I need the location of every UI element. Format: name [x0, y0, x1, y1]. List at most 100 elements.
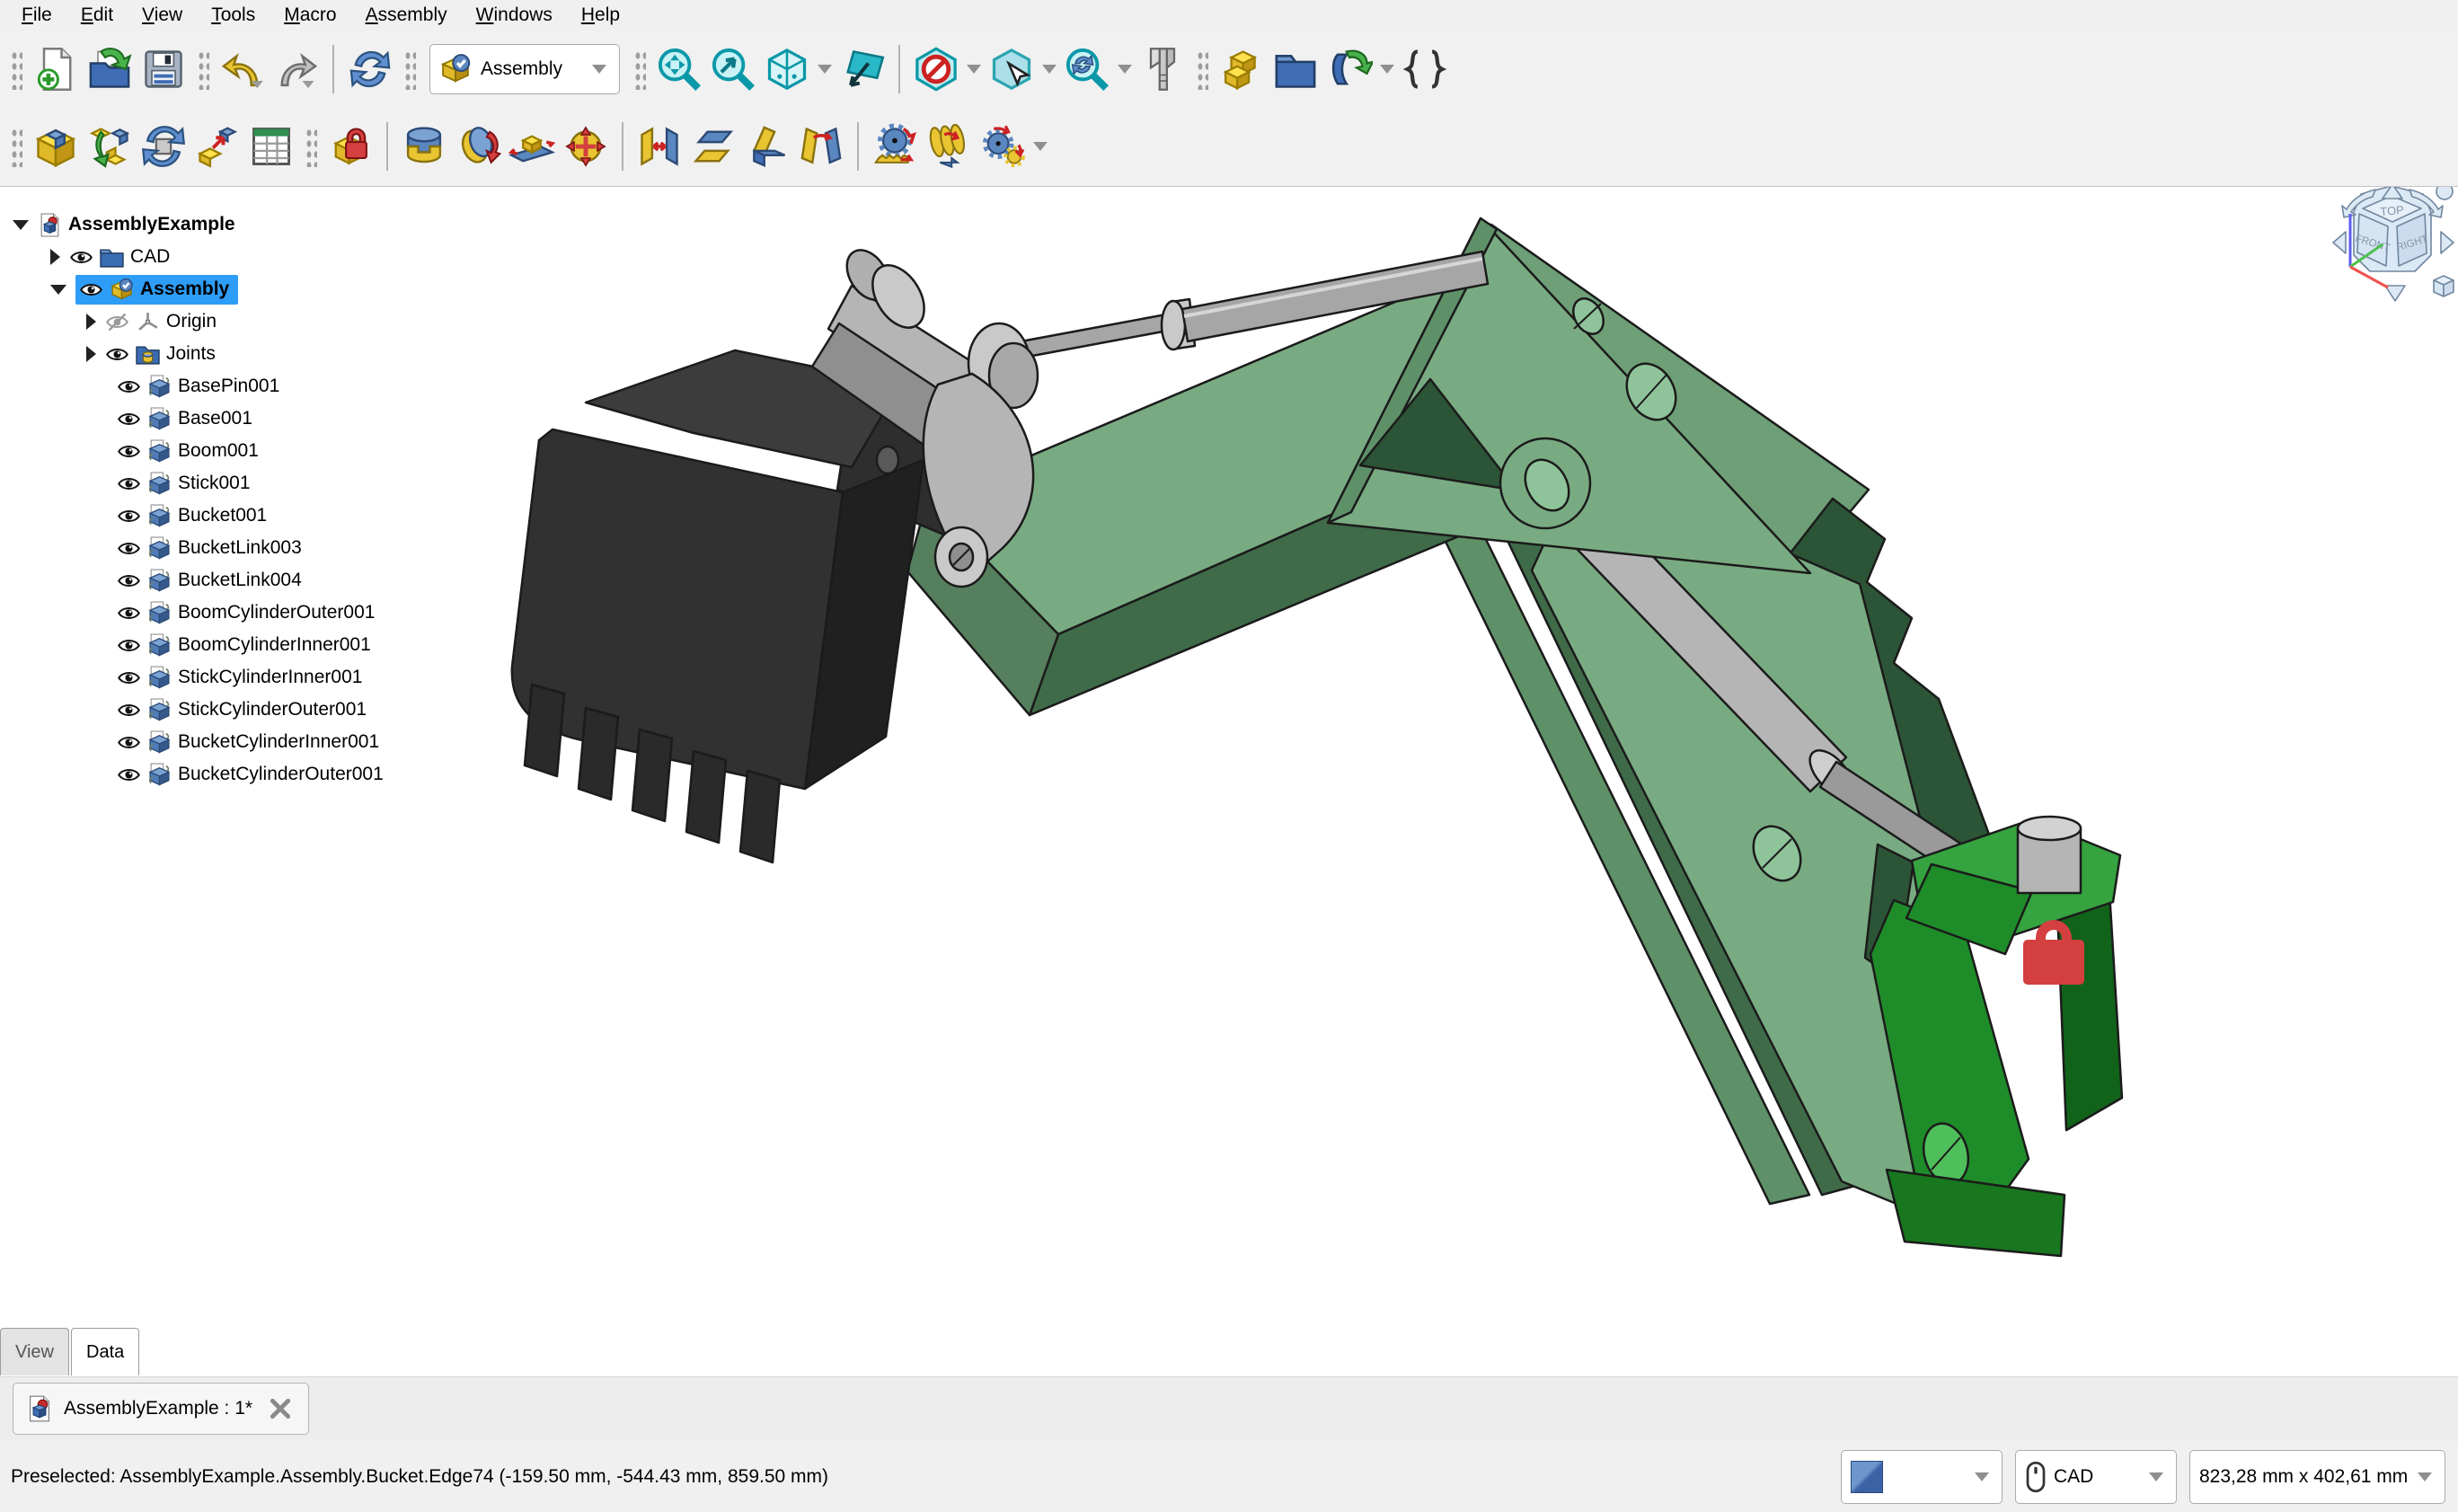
chevron-down-icon[interactable] — [967, 65, 981, 74]
fit-all-button[interactable] — [652, 42, 706, 96]
navcube-arrow-left[interactable] — [2333, 232, 2346, 253]
visibility-eye-icon[interactable] — [117, 439, 141, 464]
tree-item-origin[interactable]: Origin — [86, 305, 217, 338]
toolbar-drag-handle[interactable] — [633, 49, 646, 90]
menu-windows[interactable]: Windows — [462, 3, 567, 28]
draw-style-selector[interactable] — [1841, 1450, 2003, 1504]
create-ball-joint-button[interactable] — [559, 119, 613, 173]
menu-help[interactable]: Help — [567, 3, 634, 28]
visibility-eye-icon[interactable] — [117, 504, 141, 528]
tab-view[interactable]: View — [0, 1328, 69, 1375]
create-rack-pinion-joint-button[interactable] — [868, 119, 922, 173]
exploded-view-button[interactable] — [190, 119, 244, 173]
toolbar-drag-handle[interactable] — [10, 49, 22, 90]
tree-item-cad[interactable]: CAD — [50, 241, 170, 273]
create-revolute-joint-button[interactable] — [397, 119, 451, 173]
navcube-arrow-down[interactable] — [2385, 286, 2405, 301]
menu-file[interactable]: File — [7, 3, 66, 28]
tree-item-part[interactable]: BoomCylinderOuter001 — [117, 597, 375, 629]
box-selection-button[interactable] — [985, 42, 1039, 96]
visibility-hidden-eye-icon[interactable] — [105, 310, 129, 334]
visibility-eye-icon[interactable] — [117, 666, 141, 690]
tree-item-part[interactable]: BucketCylinderOuter001 — [117, 758, 384, 791]
refresh-button[interactable] — [343, 42, 397, 96]
tree-item-joints[interactable]: Joints — [86, 338, 216, 370]
open-document-button[interactable] — [83, 42, 137, 96]
create-fixed-joint-button[interactable] — [323, 119, 377, 173]
tree-item-document[interactable]: AssemblyExample — [13, 208, 235, 241]
navigation-cube[interactable]: TOP FRONT RIGHT — [2333, 187, 2454, 301]
toolbar-drag-handle[interactable] — [1196, 49, 1208, 90]
menu-tools[interactable]: Tools — [197, 3, 270, 28]
undo-button[interactable] — [216, 42, 270, 96]
save-document-button[interactable] — [137, 42, 190, 96]
create-parallel-joint-button[interactable] — [686, 119, 740, 173]
create-angle-joint-button[interactable] — [794, 119, 848, 173]
create-slider-joint-button[interactable] — [505, 119, 559, 173]
expander-icon[interactable] — [50, 249, 60, 265]
create-screw-joint-button[interactable] — [922, 119, 976, 173]
model-base-pin[interactable] — [2018, 817, 2081, 893]
chevron-down-icon[interactable] — [1042, 65, 1057, 74]
visibility-eye-icon[interactable] — [117, 375, 141, 399]
make-link-button[interactable] — [1322, 42, 1376, 96]
visibility-eye-icon[interactable] — [117, 407, 141, 431]
visibility-eye-icon[interactable] — [79, 278, 103, 302]
document-tab[interactable]: AssemblyExample : 1* — [13, 1383, 309, 1435]
bill-of-materials-button[interactable] — [244, 119, 298, 173]
expander-icon[interactable] — [86, 314, 96, 330]
expression-button[interactable] — [1398, 42, 1452, 96]
tab-data[interactable]: Data — [71, 1328, 139, 1375]
isometric-view-button[interactable] — [760, 42, 814, 96]
navcube-mini-cube[interactable] — [2434, 276, 2454, 296]
redo-button[interactable] — [270, 42, 323, 96]
viewport-size-selector[interactable]: 823,28 mm x 402,61 mm — [2189, 1450, 2445, 1504]
chevron-down-icon[interactable] — [1033, 142, 1048, 151]
visibility-eye-icon[interactable] — [117, 601, 141, 625]
create-perpendicular-joint-button[interactable] — [740, 119, 794, 173]
visibility-eye-icon[interactable] — [117, 730, 141, 755]
toolbar-drag-handle[interactable] — [197, 49, 209, 90]
navcube-orbit-dot[interactable] — [2436, 187, 2453, 199]
fit-selection-button[interactable] — [706, 42, 760, 96]
visibility-eye-icon[interactable] — [69, 245, 93, 270]
expander-icon[interactable] — [13, 220, 29, 230]
workbench-selector[interactable]: Assembly — [429, 44, 620, 94]
close-icon[interactable] — [269, 1397, 292, 1420]
insert-component-button[interactable] — [83, 119, 137, 173]
toolbar-drag-handle[interactable] — [403, 49, 416, 90]
menu-assembly[interactable]: Assembly — [351, 3, 462, 28]
tree-item-part[interactable]: BucketLink004 — [117, 564, 302, 597]
tree-item-part[interactable]: Bucket001 — [117, 500, 267, 532]
create-cylindrical-joint-button[interactable] — [451, 119, 505, 173]
navigation-style-selector[interactable]: CAD — [2015, 1450, 2177, 1504]
tree-item-part[interactable]: StickCylinderInner001 — [117, 661, 362, 694]
tree-item-part[interactable]: BucketLink003 — [117, 532, 302, 564]
create-group-button[interactable] — [1269, 42, 1322, 96]
menu-view[interactable]: View — [128, 3, 197, 28]
tree-item-part[interactable]: BoomCylinderInner001 — [117, 629, 371, 661]
tree-item-part[interactable]: Stick001 — [117, 467, 251, 500]
visibility-eye-icon[interactable] — [117, 698, 141, 722]
tree-item-part[interactable]: BucketCylinderInner001 — [117, 726, 379, 758]
menu-edit[interactable]: Edit — [66, 3, 128, 28]
tree-item-part[interactable]: BasePin001 — [117, 370, 279, 402]
visibility-eye-icon[interactable] — [117, 569, 141, 593]
tree-item-part[interactable]: Boom001 — [117, 435, 259, 467]
create-gears-joint-button[interactable] — [976, 119, 1030, 173]
chevron-down-icon[interactable] — [818, 65, 832, 74]
toolbar-drag-handle[interactable] — [305, 126, 317, 167]
tree-item-assembly[interactable]: Assembly — [50, 273, 238, 305]
chevron-down-icon[interactable] — [1380, 65, 1394, 74]
create-distance-joint-button[interactable] — [632, 119, 686, 173]
create-assembly-button[interactable] — [29, 119, 83, 173]
solve-assembly-button[interactable] — [137, 119, 190, 173]
visibility-eye-icon[interactable] — [117, 633, 141, 658]
expander-icon[interactable] — [50, 285, 66, 295]
toolbar-drag-handle[interactable] — [10, 126, 22, 167]
create-part-button[interactable] — [1215, 42, 1269, 96]
navcube-arrow-right[interactable] — [2441, 232, 2454, 253]
measure-button[interactable] — [1136, 42, 1189, 96]
visibility-eye-icon[interactable] — [117, 763, 141, 787]
section-plane-button[interactable] — [836, 42, 889, 96]
